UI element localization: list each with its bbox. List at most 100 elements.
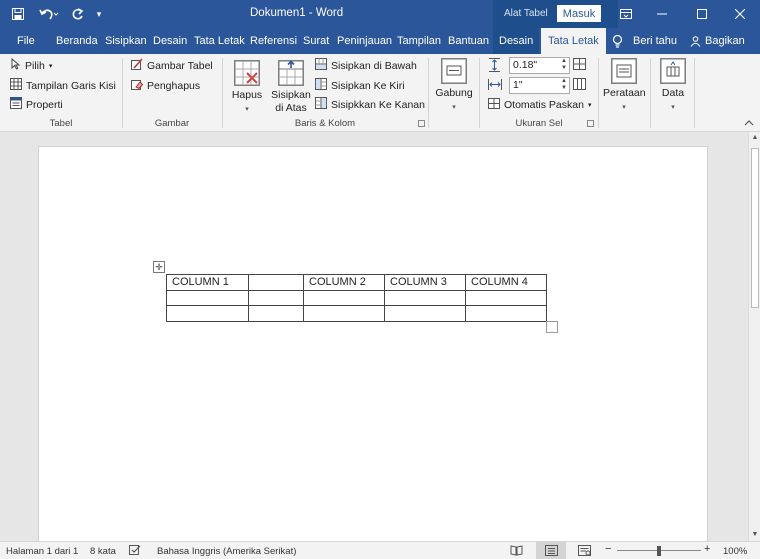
- print-layout-icon[interactable]: [536, 542, 566, 559]
- distribute-rows-icon[interactable]: [573, 58, 586, 70]
- alignment-icon: [611, 58, 637, 84]
- insert-above-label-1: Sisipkan: [271, 89, 311, 101]
- insert-left-icon: [315, 78, 327, 93]
- group-divider: [598, 58, 599, 128]
- tell-me-icon[interactable]: [612, 28, 623, 54]
- chevron-down-icon: ▾: [245, 106, 249, 113]
- rows-columns-launcher-icon[interactable]: [418, 120, 425, 127]
- cell-size-launcher-icon[interactable]: [587, 120, 594, 127]
- zoom-slider-thumb[interactable]: [657, 546, 661, 556]
- group-label-rows-columns: Baris & Kolom: [294, 118, 356, 129]
- tab-sisipkan[interactable]: Sisipkan: [105, 28, 147, 54]
- tab-desain[interactable]: Desain: [153, 28, 187, 54]
- zoom-out-icon[interactable]: −: [605, 543, 611, 555]
- draw-table-label: Gambar Tabel: [147, 59, 213, 72]
- delete-button[interactable]: Hapus ▾: [229, 60, 265, 116]
- gridlines-icon: [10, 78, 22, 93]
- chevron-down-icon: ▾: [452, 104, 456, 111]
- table-cell[interactable]: [248, 274, 304, 291]
- tab-referensi[interactable]: Referensi: [250, 28, 297, 54]
- vertical-scrollbar[interactable]: ▲ ▼: [748, 132, 760, 541]
- eraser-icon: [131, 78, 144, 93]
- scroll-up-icon[interactable]: ▲: [749, 132, 760, 144]
- word-count[interactable]: 8 kata: [90, 546, 116, 557]
- table-move-handle-icon[interactable]: ✛: [153, 261, 165, 273]
- chevron-down-icon: ▾: [671, 104, 675, 111]
- tab-surat[interactable]: Surat: [303, 28, 329, 54]
- table-cell[interactable]: [303, 305, 385, 322]
- table-resize-handle[interactable]: [546, 321, 558, 333]
- scroll-thumb[interactable]: [751, 148, 759, 308]
- merge-button[interactable]: Gabung ▾: [434, 58, 474, 114]
- close-icon[interactable]: [720, 0, 760, 28]
- tab-tata-letak[interactable]: Tata Letak: [194, 28, 245, 54]
- select-button[interactable]: Pilih ▾: [10, 57, 52, 73]
- spinner-icon[interactable]: ▲ ▼: [561, 78, 567, 92]
- zoom-in-icon[interactable]: +: [704, 543, 710, 555]
- group-divider: [694, 58, 695, 128]
- scroll-down-icon[interactable]: ▼: [749, 529, 760, 541]
- customize-icon[interactable]: ▾: [92, 4, 106, 24]
- column-width-input[interactable]: 1" ▲ ▼: [509, 77, 570, 94]
- tab-table-design[interactable]: Desain: [493, 28, 540, 54]
- alignment-button[interactable]: Perataan ▾: [603, 58, 646, 114]
- insert-right-label: Sisipkkan Ke Kanan: [331, 98, 425, 111]
- properties-button[interactable]: Properti: [10, 97, 63, 112]
- save-icon[interactable]: [8, 4, 28, 24]
- table-cell[interactable]: [384, 305, 466, 322]
- insert-left-button[interactable]: Sisipkan Ke Kiri: [315, 78, 405, 93]
- table-cell[interactable]: [248, 289, 304, 306]
- ribbon-display-icon[interactable]: [606, 0, 646, 28]
- share-button[interactable]: Bagikan: [705, 28, 745, 54]
- read-mode-icon[interactable]: [510, 545, 523, 559]
- table-cell[interactable]: [465, 305, 547, 322]
- data-button[interactable]: Data ▾: [656, 58, 690, 114]
- insert-right-button[interactable]: Sisipkkan Ke Kanan: [315, 97, 425, 112]
- redo-icon[interactable]: [67, 4, 87, 24]
- ribbon-body: Pilih ▾ Tampilan Garis Kisi Properti Tabe…: [0, 54, 760, 132]
- collapse-ribbon-icon[interactable]: [744, 118, 754, 128]
- draw-table-button[interactable]: Gambar Tabel: [131, 58, 213, 73]
- signin-button[interactable]: Masuk: [557, 5, 601, 22]
- undo-icon[interactable]: [36, 4, 62, 24]
- insert-above-button[interactable]: Sisipkan di Atas: [270, 60, 312, 115]
- autofit-label: Otomatis Paskan: [504, 99, 584, 111]
- table-cell[interactable]: COLUMN 4: [465, 274, 547, 291]
- view-gridlines-button[interactable]: Tampilan Garis Kisi: [10, 78, 116, 93]
- language[interactable]: Bahasa Inggris (Amerika Serikat): [157, 546, 296, 557]
- tab-peninjauan[interactable]: Peninjauan: [337, 28, 392, 54]
- row-height-input[interactable]: 0.18" ▲ ▼: [509, 57, 570, 74]
- table-cell[interactable]: COLUMN 2: [303, 274, 385, 291]
- merge-label: Gabung: [435, 87, 473, 99]
- tab-table-layout[interactable]: Tata Letak: [541, 28, 606, 54]
- distribute-columns-icon[interactable]: [573, 78, 586, 90]
- document-page[interactable]: [38, 146, 708, 546]
- table-cell[interactable]: COLUMN 1: [166, 274, 249, 291]
- table-cell[interactable]: COLUMN 3: [384, 274, 466, 291]
- table-cell[interactable]: [166, 305, 249, 322]
- document-table[interactable]: COLUMN 1 COLUMN 2 COLUMN 3 COLUMN 4: [166, 274, 547, 322]
- tell-me-box[interactable]: Beri tahu: [633, 28, 677, 54]
- insert-below-icon: [315, 58, 327, 73]
- maximize-icon[interactable]: [682, 0, 722, 28]
- table-cell[interactable]: [248, 305, 304, 322]
- spinner-icon[interactable]: ▲ ▼: [561, 58, 567, 72]
- web-layout-icon[interactable]: [578, 545, 591, 559]
- eraser-button[interactable]: Penghapus: [131, 78, 200, 93]
- table-cell[interactable]: [465, 289, 547, 306]
- insert-below-button[interactable]: Sisipkan di Bawah: [315, 58, 417, 73]
- tab-tampilan[interactable]: Tampilan: [397, 28, 441, 54]
- group-label-cell-size: Ukuran Sel: [515, 118, 563, 129]
- table-cell[interactable]: [166, 289, 249, 306]
- autofit-button[interactable]: Otomatis Paskan ▾: [488, 98, 591, 112]
- table-cell[interactable]: [303, 289, 385, 306]
- minimize-icon[interactable]: [642, 0, 682, 28]
- tab-bantuan[interactable]: Bantuan: [448, 28, 489, 54]
- zoom-level[interactable]: 100%: [723, 546, 747, 557]
- page-count[interactable]: Halaman 1 dari 1: [6, 546, 78, 557]
- proofing-icon[interactable]: [129, 545, 141, 559]
- share-icon[interactable]: [690, 28, 701, 54]
- tab-beranda[interactable]: Beranda: [56, 28, 98, 54]
- tab-file[interactable]: File: [17, 28, 35, 54]
- table-cell[interactable]: [384, 289, 466, 306]
